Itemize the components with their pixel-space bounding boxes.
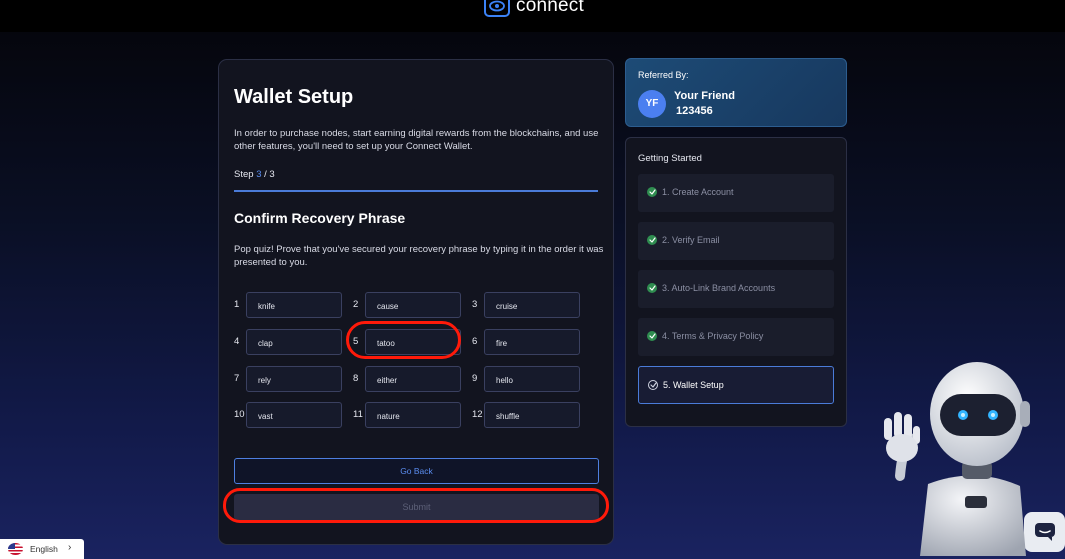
eye-icon — [484, 0, 510, 17]
word-input[interactable]: clap — [246, 329, 342, 355]
step-item-4[interactable]: 4. Terms & Privacy Policy — [638, 318, 834, 356]
word-input[interactable]: shuffle — [484, 402, 580, 428]
step-total: / 3 — [261, 169, 275, 180]
recovery-word-2: 2 cause — [353, 292, 463, 318]
word-number: 4 — [234, 336, 240, 347]
step-item-1[interactable]: 1. Create Account — [638, 174, 834, 212]
go-back-button[interactable]: Go Back — [234, 458, 599, 484]
language-selector[interactable]: English › — [0, 539, 84, 559]
check-circle-icon — [647, 187, 657, 197]
check-circle-outline-icon — [648, 380, 658, 390]
referrer-code: 123456 — [676, 105, 713, 117]
step-item-3[interactable]: 3. Auto-Link Brand Accounts — [638, 270, 834, 308]
word-input[interactable]: cruise — [484, 292, 580, 318]
highlight-word-5 — [346, 321, 461, 359]
step-indicator: Step 3 / 3 — [234, 169, 275, 180]
word-input[interactable]: hello — [484, 366, 580, 392]
check-circle-icon — [647, 283, 657, 293]
step-label: 4. Terms & Privacy Policy — [662, 331, 764, 341]
word-number: 7 — [234, 373, 240, 384]
logo-text: connect — [516, 0, 584, 16]
step-item-2[interactable]: 2. Verify Email — [638, 222, 834, 260]
word-number: 11 — [353, 409, 363, 420]
referral-label: Referred By: — [638, 70, 689, 80]
word-number: 2 — [353, 299, 359, 310]
word-input[interactable]: either — [365, 366, 461, 392]
page-title: Wallet Setup — [234, 86, 354, 108]
recovery-word-9: 9 hello — [472, 366, 582, 392]
quiz-text: Pop quiz! Prove that you've secured your… — [234, 244, 604, 268]
avatar: YF — [638, 90, 666, 118]
recovery-word-12: 12 shuffle — [472, 402, 582, 428]
recovery-word-6: 6 fire — [472, 329, 582, 355]
check-circle-icon — [647, 331, 657, 341]
step-prefix: Step — [234, 169, 257, 180]
step-label: 1. Create Account — [662, 187, 734, 197]
wallet-setup-card: Wallet Setup In order to purchase nodes,… — [218, 59, 614, 545]
word-number: 3 — [472, 299, 478, 310]
word-input[interactable]: vast — [246, 402, 342, 428]
word-input[interactable]: nature — [365, 402, 461, 428]
word-number: 10 — [234, 409, 245, 420]
step-label: 5. Wallet Setup — [663, 380, 724, 390]
step-item-5[interactable]: 5. Wallet Setup — [638, 366, 834, 404]
language-label: English — [30, 544, 58, 554]
getting-started-title: Getting Started — [638, 153, 702, 164]
word-number: 1 — [234, 299, 240, 310]
section-title: Confirm Recovery Phrase — [234, 210, 406, 226]
word-number: 8 — [353, 373, 359, 384]
step-label: 2. Verify Email — [662, 235, 720, 245]
check-circle-icon — [647, 235, 657, 245]
recovery-word-1: 1 knife — [234, 292, 344, 318]
word-input[interactable]: fire — [484, 329, 580, 355]
referrer-name: Your Friend — [674, 90, 735, 102]
recovery-word-10: 10 vast — [234, 402, 344, 428]
highlight-submit — [223, 488, 609, 523]
chevron-right-icon: › — [68, 542, 72, 553]
robot-mascot-image — [884, 362, 1030, 556]
recovery-word-4: 4 clap — [234, 329, 344, 355]
getting-started-card: Getting Started 1. Create Account 2. Veri… — [625, 137, 847, 427]
recovery-word-3: 3 cruise — [472, 292, 582, 318]
recovery-word-11: 11 nature — [353, 402, 463, 428]
word-input[interactable]: rely — [246, 366, 342, 392]
intro-text: In order to purchase nodes, start earnin… — [234, 128, 599, 152]
app-logo[interactable]: connect — [484, 0, 584, 20]
us-flag-icon — [8, 543, 23, 555]
step-label: 3. Auto-Link Brand Accounts — [662, 283, 776, 293]
recovery-word-7: 7 rely — [234, 366, 344, 392]
word-number: 6 — [472, 336, 478, 347]
recovery-word-8: 8 either — [353, 366, 463, 392]
referral-card: Referred By: YF Your Friend 123456 — [625, 58, 847, 127]
word-input[interactable]: knife — [246, 292, 342, 318]
progress-fill — [234, 190, 598, 192]
word-number: 9 — [472, 373, 478, 384]
word-number: 12 — [472, 409, 483, 420]
word-input[interactable]: cause — [365, 292, 461, 318]
progress-bar — [234, 190, 598, 192]
